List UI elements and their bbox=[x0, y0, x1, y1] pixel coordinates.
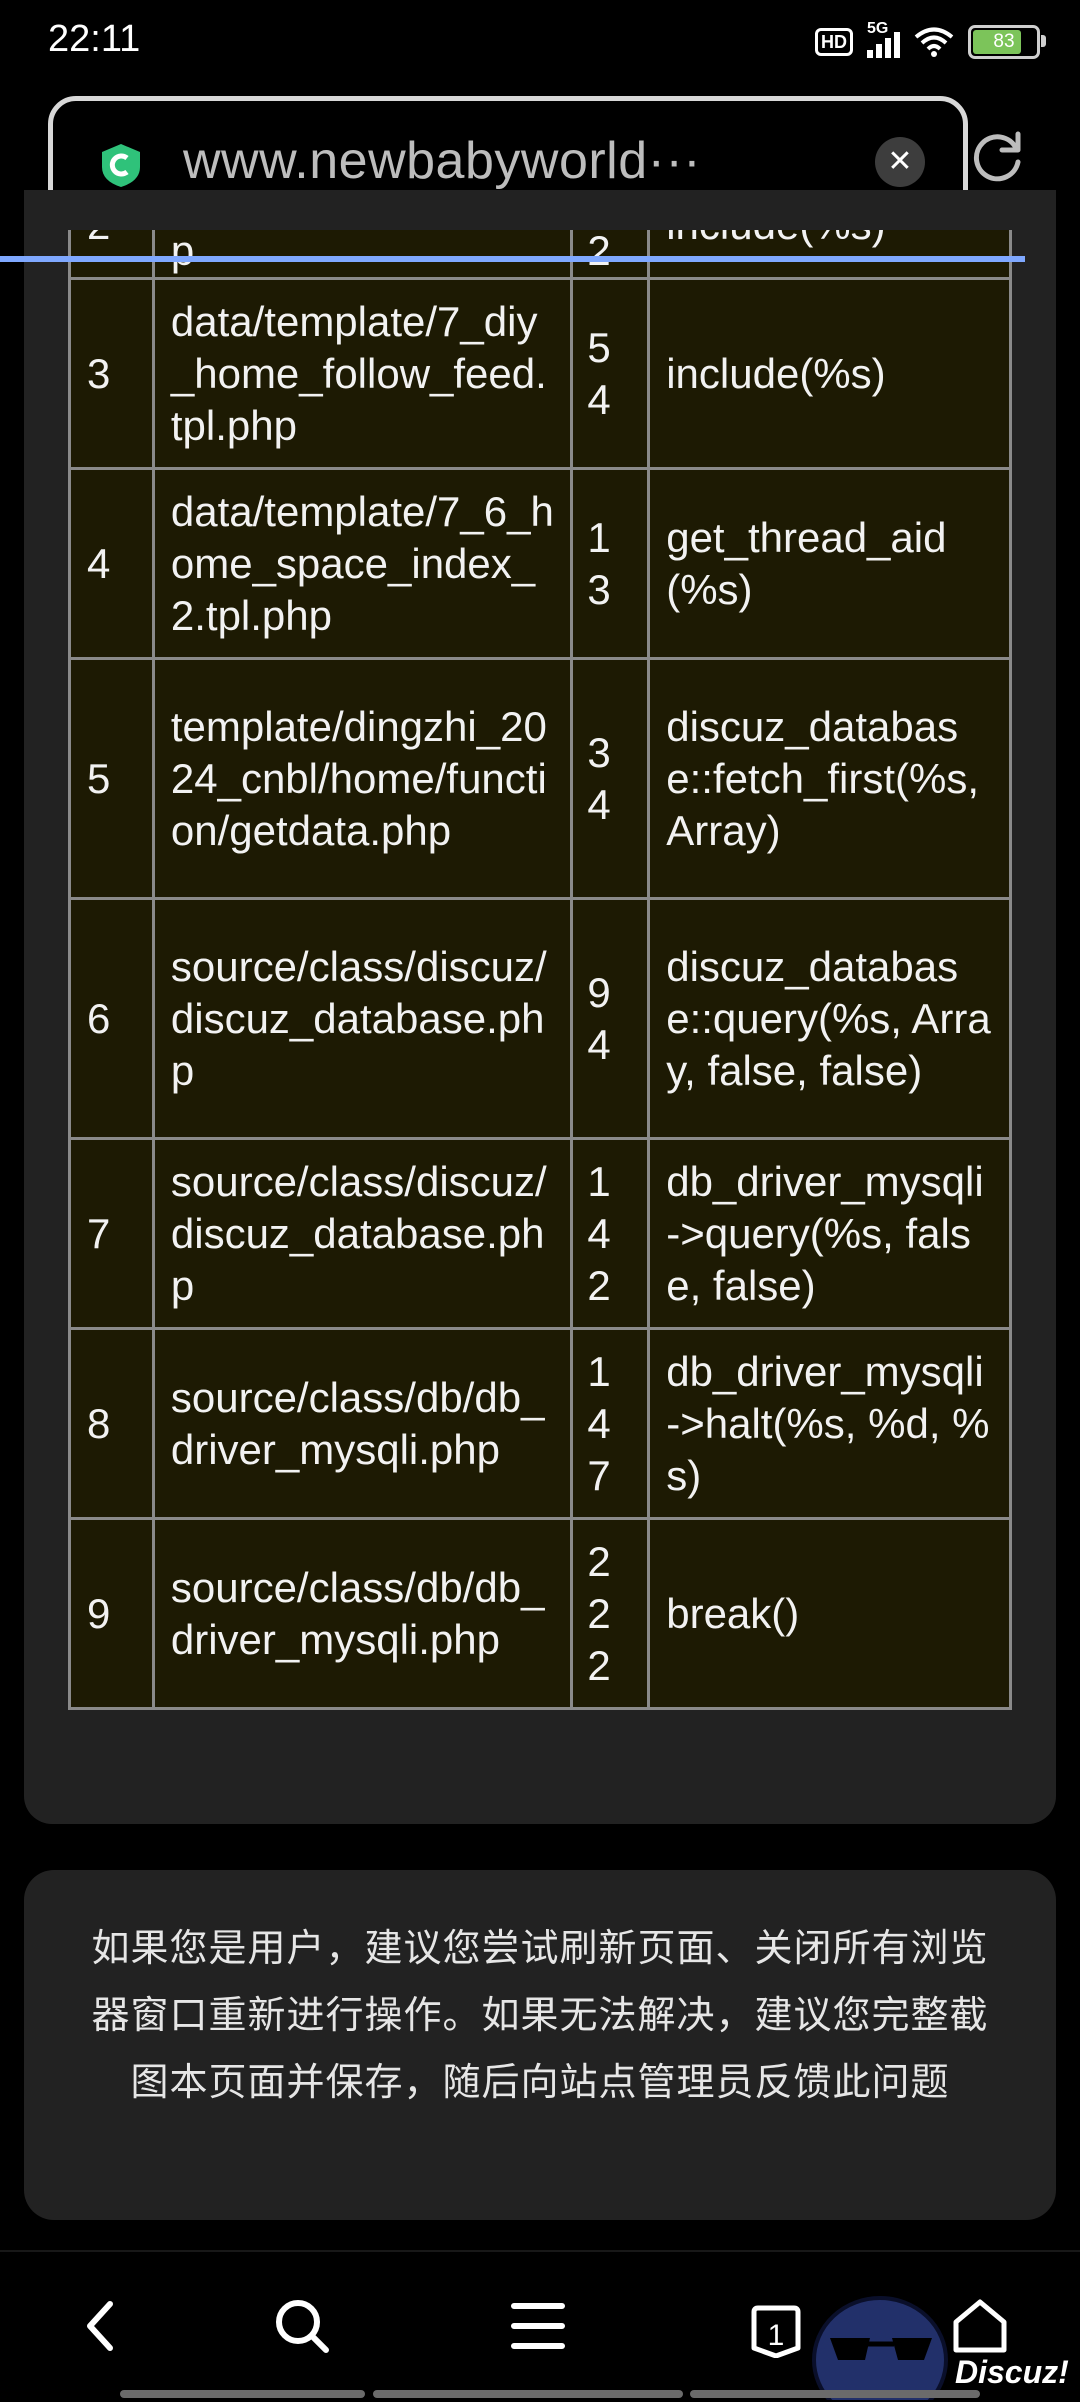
wifi-icon bbox=[914, 27, 954, 57]
trace-row: 7 source/class/discuz/discuz_database.php… bbox=[68, 1137, 1012, 1330]
row-function: include(%s) bbox=[647, 277, 1012, 470]
url-text[interactable]: www.newbabyworld··· bbox=[183, 131, 701, 191]
trace-row: 5 template/dingzhi_2024_cnbl/home/functio… bbox=[68, 657, 1012, 900]
row-file: source/class/discuz/discuz_database.php bbox=[151, 897, 574, 1140]
row-file: source/class/discuz/discuz_database.php bbox=[151, 1137, 574, 1330]
menu-icon[interactable] bbox=[510, 2298, 566, 2354]
trace-row: 6 source/class/discuz/discuz_database.php… bbox=[68, 897, 1012, 1140]
row-line: 147 bbox=[570, 1327, 651, 1520]
row-file: source/class/db/db_driver_mysqli.php bbox=[151, 1517, 574, 1710]
row-line: 222 bbox=[570, 1517, 651, 1710]
row-number: 9 bbox=[68, 1517, 155, 1710]
row-number: 4 bbox=[68, 467, 155, 660]
row-number: 8 bbox=[68, 1327, 155, 1520]
search-icon[interactable] bbox=[272, 2296, 332, 2356]
mascot-icon bbox=[812, 2296, 948, 2400]
row-file: template/dingzhi_2024_cnbl/home/function… bbox=[151, 657, 574, 900]
row-line: 94 bbox=[570, 897, 651, 1140]
home-icon[interactable] bbox=[950, 2296, 1010, 2356]
reload-icon[interactable] bbox=[968, 126, 1028, 186]
status-icons: HD 5G 83 bbox=[815, 20, 1046, 62]
clock: 22:11 bbox=[48, 18, 141, 60]
trace-row: 3 data/template/7_diy_home_follow_feed.tp… bbox=[68, 277, 1012, 470]
row-line: 62 bbox=[570, 230, 651, 280]
row-function: db_driver_mysqli->halt(%s, %d, %s) bbox=[647, 1327, 1012, 1520]
status-bar: 22:11 HD 5G 83 bbox=[0, 0, 1080, 84]
hd-icon: HD bbox=[815, 28, 853, 56]
battery-level: 83 bbox=[993, 31, 1015, 52]
battery-icon: 83 bbox=[968, 25, 1046, 59]
row-function: db_driver_mysqli->query(%s, false, false… bbox=[647, 1137, 1012, 1330]
notice-card: 如果您是用户，建议您尝试刷新页面、关闭所有浏览器窗口重新进行操作。如果无法解决，… bbox=[24, 1870, 1056, 2220]
row-number: 6 bbox=[68, 897, 155, 1140]
trace-table: 2me/home_follow.php62include(%s)3data/te… bbox=[68, 230, 1012, 1710]
row-line: 142 bbox=[570, 1137, 651, 1330]
row-function: discuz_database::fetch_first(%s, Array) bbox=[647, 657, 1012, 900]
back-icon[interactable] bbox=[76, 2296, 124, 2356]
notice-text: 如果您是用户，建议您尝试刷新页面、关闭所有浏览器窗口重新进行操作。如果无法解决，… bbox=[91, 1928, 989, 2104]
gesture-bar-center bbox=[373, 2390, 683, 2398]
row-number: 7 bbox=[68, 1137, 155, 1330]
trace-row: 2me/home_follow.php62include(%s) bbox=[68, 230, 1012, 280]
trace-row: 9 source/class/db/db_driver_mysqli.php 222… bbox=[68, 1517, 1012, 1710]
trace-row: 4 data/template/7_6_home_space_index_2.tp… bbox=[68, 467, 1012, 660]
shield-icon bbox=[102, 144, 140, 187]
row-function: get_thread_aid(%s) bbox=[647, 467, 1012, 660]
row-line: 54 bbox=[570, 277, 651, 470]
trace-table-body: 2me/home_follow.php62include(%s)3data/te… bbox=[68, 230, 1012, 1710]
trace-row: 8 source/class/db/db_driver_mysqli.php 147… bbox=[68, 1327, 1012, 1520]
discuz-logo: Discuz! bbox=[955, 2354, 1069, 2390]
row-number: 3 bbox=[68, 277, 155, 470]
gesture-bar-right bbox=[690, 2390, 980, 2398]
row-function: break() bbox=[647, 1517, 1012, 1710]
close-icon[interactable]: ✕ bbox=[875, 137, 925, 187]
row-file: data/template/7_6_home_space_index_2.tpl… bbox=[151, 467, 574, 660]
row-file: data/template/7_diy_home_follow_feed.tpl… bbox=[151, 277, 574, 470]
row-function: include(%s) bbox=[647, 230, 1012, 280]
row-file: source/class/db/db_driver_mysqli.php bbox=[151, 1327, 574, 1520]
page-load-progress bbox=[0, 256, 1025, 262]
row-number: 5 bbox=[68, 657, 155, 900]
row-function: discuz_database::query(%s, Array, false,… bbox=[647, 897, 1012, 1140]
row-line: 34 bbox=[570, 657, 651, 900]
tab-count: 1 bbox=[767, 2319, 785, 2352]
gesture-bar-left bbox=[120, 2390, 365, 2398]
signal-icon: 5G bbox=[867, 20, 900, 58]
row-line: 13 bbox=[570, 467, 651, 660]
row-number: 2 bbox=[68, 230, 155, 280]
trace-table-viewport: 2me/home_follow.php62include(%s)3data/te… bbox=[68, 230, 1012, 1780]
row-file: me/home_follow.php bbox=[151, 230, 574, 280]
